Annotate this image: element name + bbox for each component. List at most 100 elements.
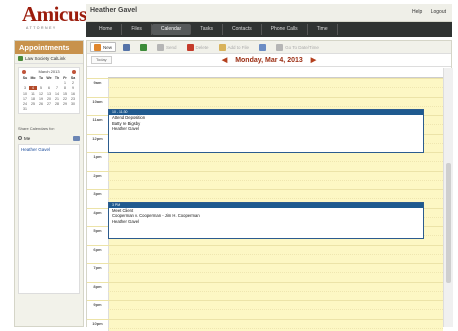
user-name: Heather Gavel <box>90 7 138 14</box>
time-slot-cell[interactable] <box>108 264 443 283</box>
calendar-day[interactable]: 22 <box>61 97 69 101</box>
prev-day-icon[interactable]: ◀ <box>222 57 227 64</box>
sidebar: Appointments Law Society CalLink March 2… <box>14 40 84 327</box>
calendar-day[interactable]: 1 <box>61 81 69 85</box>
calendar-day[interactable]: 31 <box>21 107 29 111</box>
nav-tab-phone-calls[interactable]: Phone Calls <box>262 24 308 35</box>
nav-tab-files[interactable]: Files <box>122 24 152 35</box>
time-slot-label: 7pm <box>93 265 102 270</box>
calendar-main: New Send Delete Add to File Go To Date/Time … <box>86 40 453 331</box>
nav-tab-time[interactable]: Time <box>308 24 338 35</box>
time-slot-row[interactable] <box>87 318 443 331</box>
law-society-link-label: Law Society CalLink <box>25 55 66 61</box>
calendar-day[interactable]: 13 <box>45 92 53 96</box>
half-hour-divider <box>108 105 443 107</box>
calendar-day <box>45 81 53 85</box>
shared-user-item[interactable]: Heather Gavel <box>21 147 77 152</box>
time-slot-cell[interactable] <box>108 171 443 190</box>
calendar-day[interactable]: 2 <box>69 81 77 85</box>
top-links: Help Logout <box>405 9 446 15</box>
appointment-detail: Heather Gavel <box>112 126 139 131</box>
calendar-day[interactable]: 29 <box>61 102 69 106</box>
time-slot-cell[interactable] <box>108 282 443 301</box>
sidebar-title: Appointments <box>15 41 83 54</box>
calendar-day[interactable]: 27 <box>45 102 53 106</box>
time-slot-label: 6pm <box>93 246 102 252</box>
calendar-day[interactable]: 8 <box>61 86 69 90</box>
calendar-day[interactable]: 20 <box>45 97 53 101</box>
logo-tagline: ATTORNEY <box>26 26 57 30</box>
people-icon[interactable] <box>73 135 80 141</box>
print-icon <box>123 43 131 51</box>
print-button[interactable] <box>120 42 133 52</box>
delete-icon <box>186 43 194 51</box>
calendar-day[interactable]: 21 <box>53 97 61 101</box>
scrollbar[interactable] <box>443 68 453 327</box>
calendar-day[interactable]: 6 <box>45 86 53 90</box>
send-button[interactable]: Send <box>154 42 180 52</box>
appointment-block[interactable]: 3 PM Meet Client Cooperman v. Cooperman - … <box>108 201 424 239</box>
calendar-weekday: Mo <box>30 76 36 80</box>
new-appointment-icon <box>94 43 101 51</box>
next-day-icon[interactable]: ▶ <box>311 57 316 64</box>
calendar-day[interactable]: 9 <box>69 86 77 90</box>
time-slot-cell[interactable] <box>108 319 443 331</box>
calendar-day[interactable]: 30 <box>69 102 77 106</box>
calendar-day[interactable]: 24 <box>21 102 29 106</box>
app-logo[interactable]: Amicus ATTORNEY <box>22 2 87 37</box>
next-month-icon[interactable] <box>72 69 76 74</box>
add-to-file-button[interactable]: Add to File <box>216 42 253 52</box>
nav-tab-contacts[interactable]: Contacts <box>223 24 262 35</box>
calendar-day[interactable]: 15 <box>61 92 69 96</box>
time-slot-cell[interactable] <box>108 301 443 320</box>
calendar-day[interactable]: 14 <box>53 92 61 96</box>
calendar-day[interactable]: 25 <box>29 102 37 106</box>
calendar-day[interactable]: 17 <box>21 97 29 101</box>
half-hour-divider <box>108 272 443 274</box>
calendar-day[interactable]: 28 <box>53 102 61 106</box>
time-slot-cell[interactable] <box>108 245 443 264</box>
calendar-day[interactable]: 10 <box>21 92 29 96</box>
scrollbar-thumb[interactable] <box>446 163 451 283</box>
nav-tab-tasks[interactable]: Tasks <box>191 24 223 35</box>
me-radio[interactable] <box>18 136 22 141</box>
calendar-day <box>69 107 77 111</box>
law-society-link[interactable]: Law Society CalLink <box>15 54 83 64</box>
delete-button[interactable]: Delete <box>184 42 212 52</box>
time-slot-cell[interactable] <box>108 153 443 172</box>
toolbar-button-label: Delete <box>195 44 209 50</box>
logo-text: Amicus <box>22 2 87 26</box>
time-slot-cell[interactable] <box>108 79 443 98</box>
calendar-day[interactable]: 19 <box>37 97 45 101</box>
tree-button[interactable] <box>137 42 150 52</box>
day-column-header <box>108 68 443 78</box>
toolbar-button-label: New <box>103 44 113 50</box>
prev-month-icon[interactable] <box>22 69 26 74</box>
new-button[interactable]: New <box>90 42 117 52</box>
calendar-day[interactable]: 12 <box>37 92 45 96</box>
time-slot-label: 3pm <box>93 191 102 196</box>
calendar-day[interactable]: 26 <box>37 102 45 106</box>
nav-tab-home[interactable]: Home <box>90 24 123 35</box>
calendar-day[interactable]: 3 <box>21 86 29 90</box>
calendar-day[interactable]: 4 <box>29 86 37 91</box>
calendar-day[interactable]: 5 <box>37 86 45 90</box>
mini-calendar-month: March 2013 <box>38 69 60 74</box>
calendar-day[interactable]: 18 <box>29 97 37 101</box>
toolbar-button-label: Go To Date/Time <box>285 44 319 50</box>
nav-tab-calendar[interactable]: Calendar <box>151 24 192 35</box>
calendar-button[interactable] <box>256 42 269 52</box>
calendar-weekday: We <box>46 76 52 80</box>
calendar-day[interactable]: 7 <box>53 86 61 90</box>
logout-link[interactable]: Logout <box>431 9 446 15</box>
half-hour-divider <box>108 253 443 255</box>
calendar-day[interactable]: 11 <box>29 92 37 96</box>
appointment-block[interactable]: 10 - 11:30 Attend Deposition Batty re Bigs… <box>108 109 424 154</box>
time-slot-label: 2pm <box>93 172 102 178</box>
go-to-date-time-button[interactable]: Go To Date/Time <box>273 42 322 52</box>
time-slot-label: 10am <box>92 98 103 104</box>
help-link[interactable]: Help <box>412 9 422 15</box>
calendar-day[interactable]: 23 <box>69 97 77 101</box>
calendar-day[interactable]: 16 <box>69 92 77 96</box>
time-slot-label: 4pm <box>93 209 102 215</box>
